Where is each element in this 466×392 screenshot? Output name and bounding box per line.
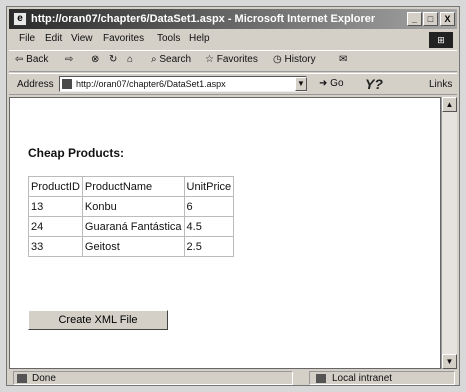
page-content: Cheap Products: ProductID ProductName Un… xyxy=(9,97,441,369)
menu-bar: File Edit View Favorites Tools Help ⊞ xyxy=(9,31,457,49)
address-value: http://oran07/chapter6/DataSet1.aspx xyxy=(76,79,226,89)
favorites-icon: ☆ xyxy=(205,54,217,65)
menu-edit[interactable]: Edit xyxy=(45,33,62,44)
cell-unit-price: 4.5 xyxy=(183,216,235,237)
page-done-icon xyxy=(17,374,27,383)
cell-product-name: Guaraná Fantástica xyxy=(81,216,185,237)
history-icon: ◷ xyxy=(273,54,285,65)
browser-window: e http://oran07/chapter6/DataSet1.aspx -… xyxy=(6,6,460,386)
window-title: http://oran07/chapter6/DataSet1.aspx - M… xyxy=(31,13,376,25)
vertical-scrollbar[interactable]: ▲ ▼ xyxy=(441,97,457,369)
links-button[interactable]: Links xyxy=(429,79,452,90)
go-button[interactable]: ➜ Go xyxy=(319,78,344,89)
table-row: 33 Geitost 2.5 xyxy=(28,236,235,257)
search-button[interactable]: ⌕ Search xyxy=(151,54,191,65)
history-label: History xyxy=(284,54,316,65)
mail-button[interactable]: ✉ xyxy=(339,54,347,65)
zone-text: Local intranet xyxy=(332,373,393,384)
column-header: ProductID xyxy=(28,176,83,197)
status-bar: Done Local intranet xyxy=(9,371,457,385)
yahoo-toolbar-button[interactable]: Y? xyxy=(365,76,409,92)
go-label: Go xyxy=(330,78,344,89)
home-button[interactable]: ⌂ xyxy=(127,54,133,65)
cell-product-id: 13 xyxy=(28,196,83,217)
cell-product-name: Geitost xyxy=(81,236,185,257)
menu-tools[interactable]: Tools xyxy=(157,33,180,44)
create-xml-file-button[interactable]: Create XML File xyxy=(28,310,168,330)
cell-product-name: Konbu xyxy=(81,196,185,217)
page-heading: Cheap Products: xyxy=(28,146,125,160)
go-arrow-icon: ➜ xyxy=(319,78,331,89)
column-header: ProductName xyxy=(81,176,185,197)
table-row: 24 Guaraná Fantástica 4.5 xyxy=(28,216,235,237)
address-input[interactable]: http://oran07/chapter6/DataSet1.aspx xyxy=(59,76,307,92)
forward-button[interactable]: ⇨ xyxy=(65,54,73,65)
search-label: Search xyxy=(159,54,192,65)
maximize-button[interactable]: □ xyxy=(423,12,438,26)
close-button[interactable]: X xyxy=(440,12,455,26)
address-bar: Address http://oran07/chapter6/DataSet1.… xyxy=(9,73,457,95)
menu-help[interactable]: Help xyxy=(189,33,210,44)
menu-view[interactable]: View xyxy=(71,33,93,44)
standard-toolbar: ⇦ Back ⇨ ⊗ ↻ ⌂ ⌕ Search ☆ Favorites ◷ Hi… xyxy=(9,50,457,72)
table-row: 13 Konbu 6 xyxy=(28,196,235,217)
address-label: Address xyxy=(17,79,54,90)
back-button[interactable]: ⇦ Back xyxy=(15,54,48,65)
minimize-button[interactable]: _ xyxy=(407,12,422,26)
cell-product-id: 24 xyxy=(28,216,83,237)
cell-unit-price: 2.5 xyxy=(183,236,235,257)
stop-button[interactable]: ⊗ xyxy=(91,54,99,65)
page-icon xyxy=(62,79,72,89)
intranet-zone-icon xyxy=(316,374,326,383)
history-button[interactable]: ◷ History xyxy=(273,54,316,65)
products-table: ProductID ProductName UnitPrice 13 Konbu… xyxy=(28,176,235,257)
column-header: UnitPrice xyxy=(183,176,235,197)
scroll-up-arrow-icon[interactable]: ▲ xyxy=(442,97,457,112)
menu-file[interactable]: File xyxy=(19,33,35,44)
table-header-row: ProductID ProductName UnitPrice xyxy=(28,176,235,197)
status-done-panel: Done xyxy=(13,371,293,385)
windows-logo-icon: ⊞ xyxy=(429,32,453,48)
favorites-button[interactable]: ☆ Favorites xyxy=(205,54,258,65)
address-dropdown-button[interactable]: ▼ xyxy=(295,77,307,91)
title-bar[interactable]: e http://oran07/chapter6/DataSet1.aspx -… xyxy=(9,9,457,29)
status-zone-panel: Local intranet xyxy=(309,371,455,385)
status-text: Done xyxy=(32,373,56,384)
scroll-down-arrow-icon[interactable]: ▼ xyxy=(442,354,457,369)
ie-app-icon[interactable]: e xyxy=(13,12,27,26)
refresh-button[interactable]: ↻ xyxy=(109,54,117,65)
cell-product-id: 33 xyxy=(28,236,83,257)
cell-unit-price: 6 xyxy=(183,196,235,217)
favorites-label: Favorites xyxy=(216,54,258,65)
menu-favorites[interactable]: Favorites xyxy=(103,33,144,44)
